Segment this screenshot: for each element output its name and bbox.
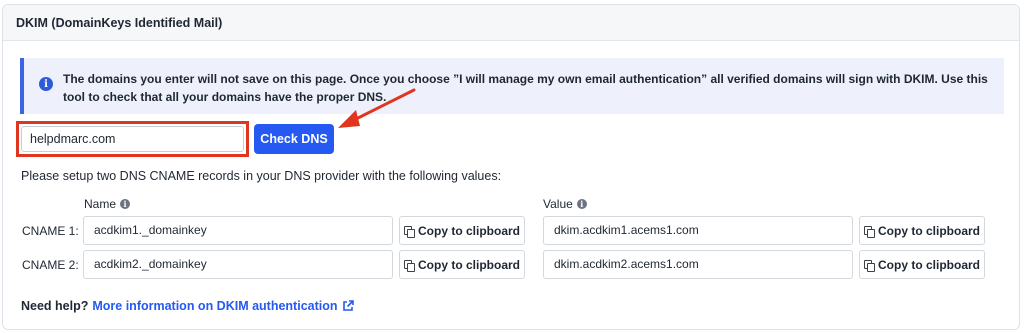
cname-1-value-field[interactable]: dkim.acdkim1.acems1.com [543, 216, 853, 245]
name-column-label: Name [84, 197, 117, 211]
copy-button-label: Copy to clipboard [878, 223, 980, 238]
cname-2-name-field[interactable]: acdkim2._domainkey [83, 250, 393, 279]
cname-1-name-field[interactable]: acdkim1._domainkey [83, 216, 393, 245]
help-row: Need help? More information on DKIM auth… [21, 299, 354, 313]
copy-icon [404, 225, 415, 238]
info-text: The domains you enter will not save on t… [63, 72, 988, 104]
dkim-info-link[interactable]: More information on DKIM authentication [92, 299, 337, 313]
copy-icon [864, 259, 875, 272]
value-column-label: Value [543, 197, 573, 211]
cname-1-value-copy-button[interactable]: Copy to clipboard [859, 216, 985, 245]
name-info-icon[interactable]: i [120, 199, 131, 209]
external-link-icon[interactable] [342, 300, 354, 312]
name-column-header: Name i [84, 197, 131, 211]
cname-2-value-field[interactable]: dkim.acdkim2.acems1.com [543, 250, 853, 279]
value-info-icon[interactable]: i [576, 199, 587, 209]
cname-2-value-copy-button[interactable]: Copy to clipboard [859, 250, 985, 279]
cname-1-name-copy-button[interactable]: Copy to clipboard [399, 216, 525, 245]
annotation-arrow [338, 88, 416, 128]
panel-title: DKIM (DomainKeys Identified Mail) [16, 16, 223, 30]
domain-input[interactable] [21, 126, 244, 152]
cname-2-label: CNAME 2: [22, 258, 79, 272]
dkim-panel: DKIM (DomainKeys Identified Mail) i The … [2, 4, 1020, 330]
copy-button-label: Copy to clipboard [418, 257, 520, 272]
setup-instructions: Please setup two DNS CNAME records in yo… [21, 169, 502, 183]
check-dns-button[interactable]: Check DNS [254, 124, 334, 154]
info-icon: i [39, 77, 53, 91]
copy-icon [404, 259, 415, 272]
value-column-header: Value i [543, 197, 587, 211]
copy-button-label: Copy to clipboard [878, 257, 980, 272]
cname-1-label: CNAME 1: [22, 224, 79, 238]
panel-header: DKIM (DomainKeys Identified Mail) [3, 5, 1019, 41]
domain-input-highlight [16, 121, 249, 157]
copy-icon [864, 225, 875, 238]
info-banner: i The domains you enter will not save on… [20, 58, 1004, 114]
cname-2-name-copy-button[interactable]: Copy to clipboard [399, 250, 525, 279]
help-label: Need help? [21, 299, 89, 313]
copy-button-label: Copy to clipboard [418, 223, 520, 238]
